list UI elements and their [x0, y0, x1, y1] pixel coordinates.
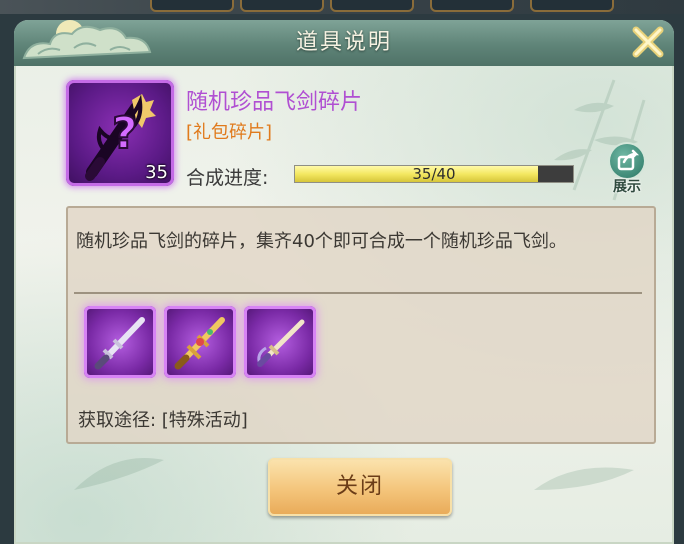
sword-icon [174, 317, 225, 370]
sword-icon [94, 317, 145, 370]
sword-icon [257, 319, 305, 367]
item-quantity: 35 [145, 162, 168, 183]
background-slot [150, 0, 234, 12]
item-category-tag: [礼包碎片] [186, 122, 273, 143]
dialog-title: 道具说明 [295, 30, 392, 55]
sword-preview-3[interactable] [244, 306, 316, 378]
sword-preview-1[interactable] [84, 306, 156, 378]
synthesis-progress-bar: 35/40 [294, 165, 574, 183]
obtain-source: 获取途径: [特殊活动] [78, 410, 248, 431]
share-icon [610, 144, 644, 178]
background-slot [330, 0, 414, 12]
share-label: 展示 [613, 179, 641, 195]
background-slot [530, 0, 614, 12]
background-slot [240, 0, 324, 12]
divider [74, 292, 642, 294]
background-slot [430, 0, 514, 12]
progress-text: 35/40 [412, 165, 456, 183]
item-icon-card: ? 35 [66, 80, 174, 186]
share-button[interactable]: 展示 [604, 142, 650, 195]
progress-label: 合成进度: [186, 167, 269, 189]
item-description: 随机珍品飞剑的碎片，集齐40个即可合成一个随机珍品飞剑。 [76, 231, 567, 252]
close-x-icon[interactable] [628, 22, 668, 62]
item-name: 随机珍品飞剑碎片 [186, 90, 363, 115]
sword-preview-2[interactable] [164, 306, 236, 378]
close-button[interactable]: 关闭 [268, 458, 452, 516]
svg-text:?: ? [112, 108, 138, 159]
